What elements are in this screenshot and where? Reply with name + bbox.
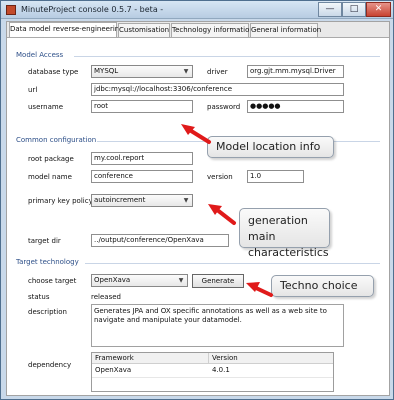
- tab-technology-information[interactable]: Technology information: [171, 23, 254, 37]
- root-package-field[interactable]: my.cool.report: [91, 152, 193, 165]
- description-textarea[interactable]: Generates JPA and OX specific annotation…: [91, 304, 344, 347]
- status-value: released: [91, 293, 121, 301]
- tab-customisation[interactable]: Customisation: [118, 23, 170, 37]
- minimize-button[interactable]: —: [318, 2, 342, 17]
- table-cell-version[interactable]: 4.0.1: [209, 365, 333, 375]
- dependency-table[interactable]: Framework Version OpenXava 4.0.1: [91, 352, 334, 392]
- tab-strip: Data model reverse-engineering Customisa…: [7, 22, 389, 37]
- username-field[interactable]: root: [91, 100, 193, 113]
- tab-data-model-reverse-engineering[interactable]: Data model reverse-engineering: [9, 22, 124, 37]
- database-type-value: MYSQL: [94, 67, 119, 75]
- chevron-down-icon: ▼: [183, 197, 189, 204]
- table-header-framework[interactable]: Framework: [92, 353, 209, 364]
- generation-callout: generation main characteristics: [239, 208, 330, 259]
- generation-arrow-icon: [208, 204, 236, 225]
- target-technology-divider: [85, 263, 380, 264]
- model-location-arrow-icon: [181, 124, 211, 144]
- model-access-section-title: Model Access: [16, 51, 64, 59]
- model-location-callout: Model location info: [207, 136, 334, 158]
- primary-key-policy-select[interactable]: autoincrement ▼: [91, 194, 193, 207]
- url-field[interactable]: jdbc:mysql://localhost:3306/conference: [91, 83, 344, 96]
- chevron-down-icon: ▼: [183, 68, 189, 75]
- database-type-label: database type: [28, 68, 79, 76]
- chevron-down-icon: ▼: [178, 277, 184, 284]
- choose-target-value: OpenXava: [94, 276, 131, 284]
- url-label: url: [28, 86, 38, 94]
- model-access-divider: [74, 56, 380, 57]
- data-model-panel: Model Access database type MYSQL ▼ drive…: [7, 37, 389, 395]
- target-dir-field[interactable]: ../output/conference/OpenXava: [91, 234, 229, 247]
- driver-label: driver: [207, 68, 228, 76]
- model-name-field[interactable]: conference: [91, 170, 193, 183]
- application-window: MinuteProject console 0.5.7 - beta - — □…: [0, 0, 394, 400]
- techno-choice-callout: Techno choice: [271, 275, 374, 297]
- username-label: username: [28, 103, 63, 111]
- main-content: Data model reverse-engineering Customisa…: [6, 21, 390, 396]
- primary-key-policy-label: primary key policy: [28, 197, 93, 205]
- common-configuration-section-title: Common configuration: [16, 136, 97, 144]
- close-button[interactable]: ✕: [366, 2, 391, 17]
- target-technology-section-title: Target technology: [16, 258, 79, 266]
- version-field[interactable]: 1.0: [247, 170, 304, 183]
- target-dir-label: target dir: [28, 237, 61, 245]
- table-cell-framework[interactable]: OpenXava: [92, 365, 209, 375]
- description-label: description: [28, 308, 67, 316]
- driver-field[interactable]: org.gjt.mm.mysql.Driver: [247, 65, 344, 78]
- title-bar[interactable]: MinuteProject console 0.5.7 - beta - — □…: [1, 1, 393, 19]
- maximize-button[interactable]: □: [342, 2, 366, 17]
- window-title: MinuteProject console 0.5.7 - beta -: [21, 5, 164, 14]
- app-icon: [6, 5, 16, 15]
- model-name-label: model name: [28, 173, 72, 181]
- password-field[interactable]: ●●●●●: [247, 100, 344, 113]
- tab-general-information[interactable]: General information: [250, 23, 321, 37]
- database-type-select[interactable]: MYSQL ▼: [91, 65, 193, 78]
- version-label: version: [207, 173, 233, 181]
- password-label: password: [207, 103, 241, 111]
- choose-target-select[interactable]: OpenXava ▼: [91, 274, 188, 287]
- table-row-divider: [92, 377, 333, 378]
- choose-target-label: choose target: [28, 277, 77, 285]
- generate-button[interactable]: Generate: [192, 274, 244, 288]
- primary-key-policy-value: autoincrement: [94, 196, 146, 204]
- status-label: status: [28, 293, 50, 301]
- table-header-version[interactable]: Version: [209, 353, 333, 364]
- techno-choice-arrow-icon: [246, 282, 273, 297]
- root-package-label: root package: [28, 155, 74, 163]
- dependency-label: dependency: [28, 361, 72, 369]
